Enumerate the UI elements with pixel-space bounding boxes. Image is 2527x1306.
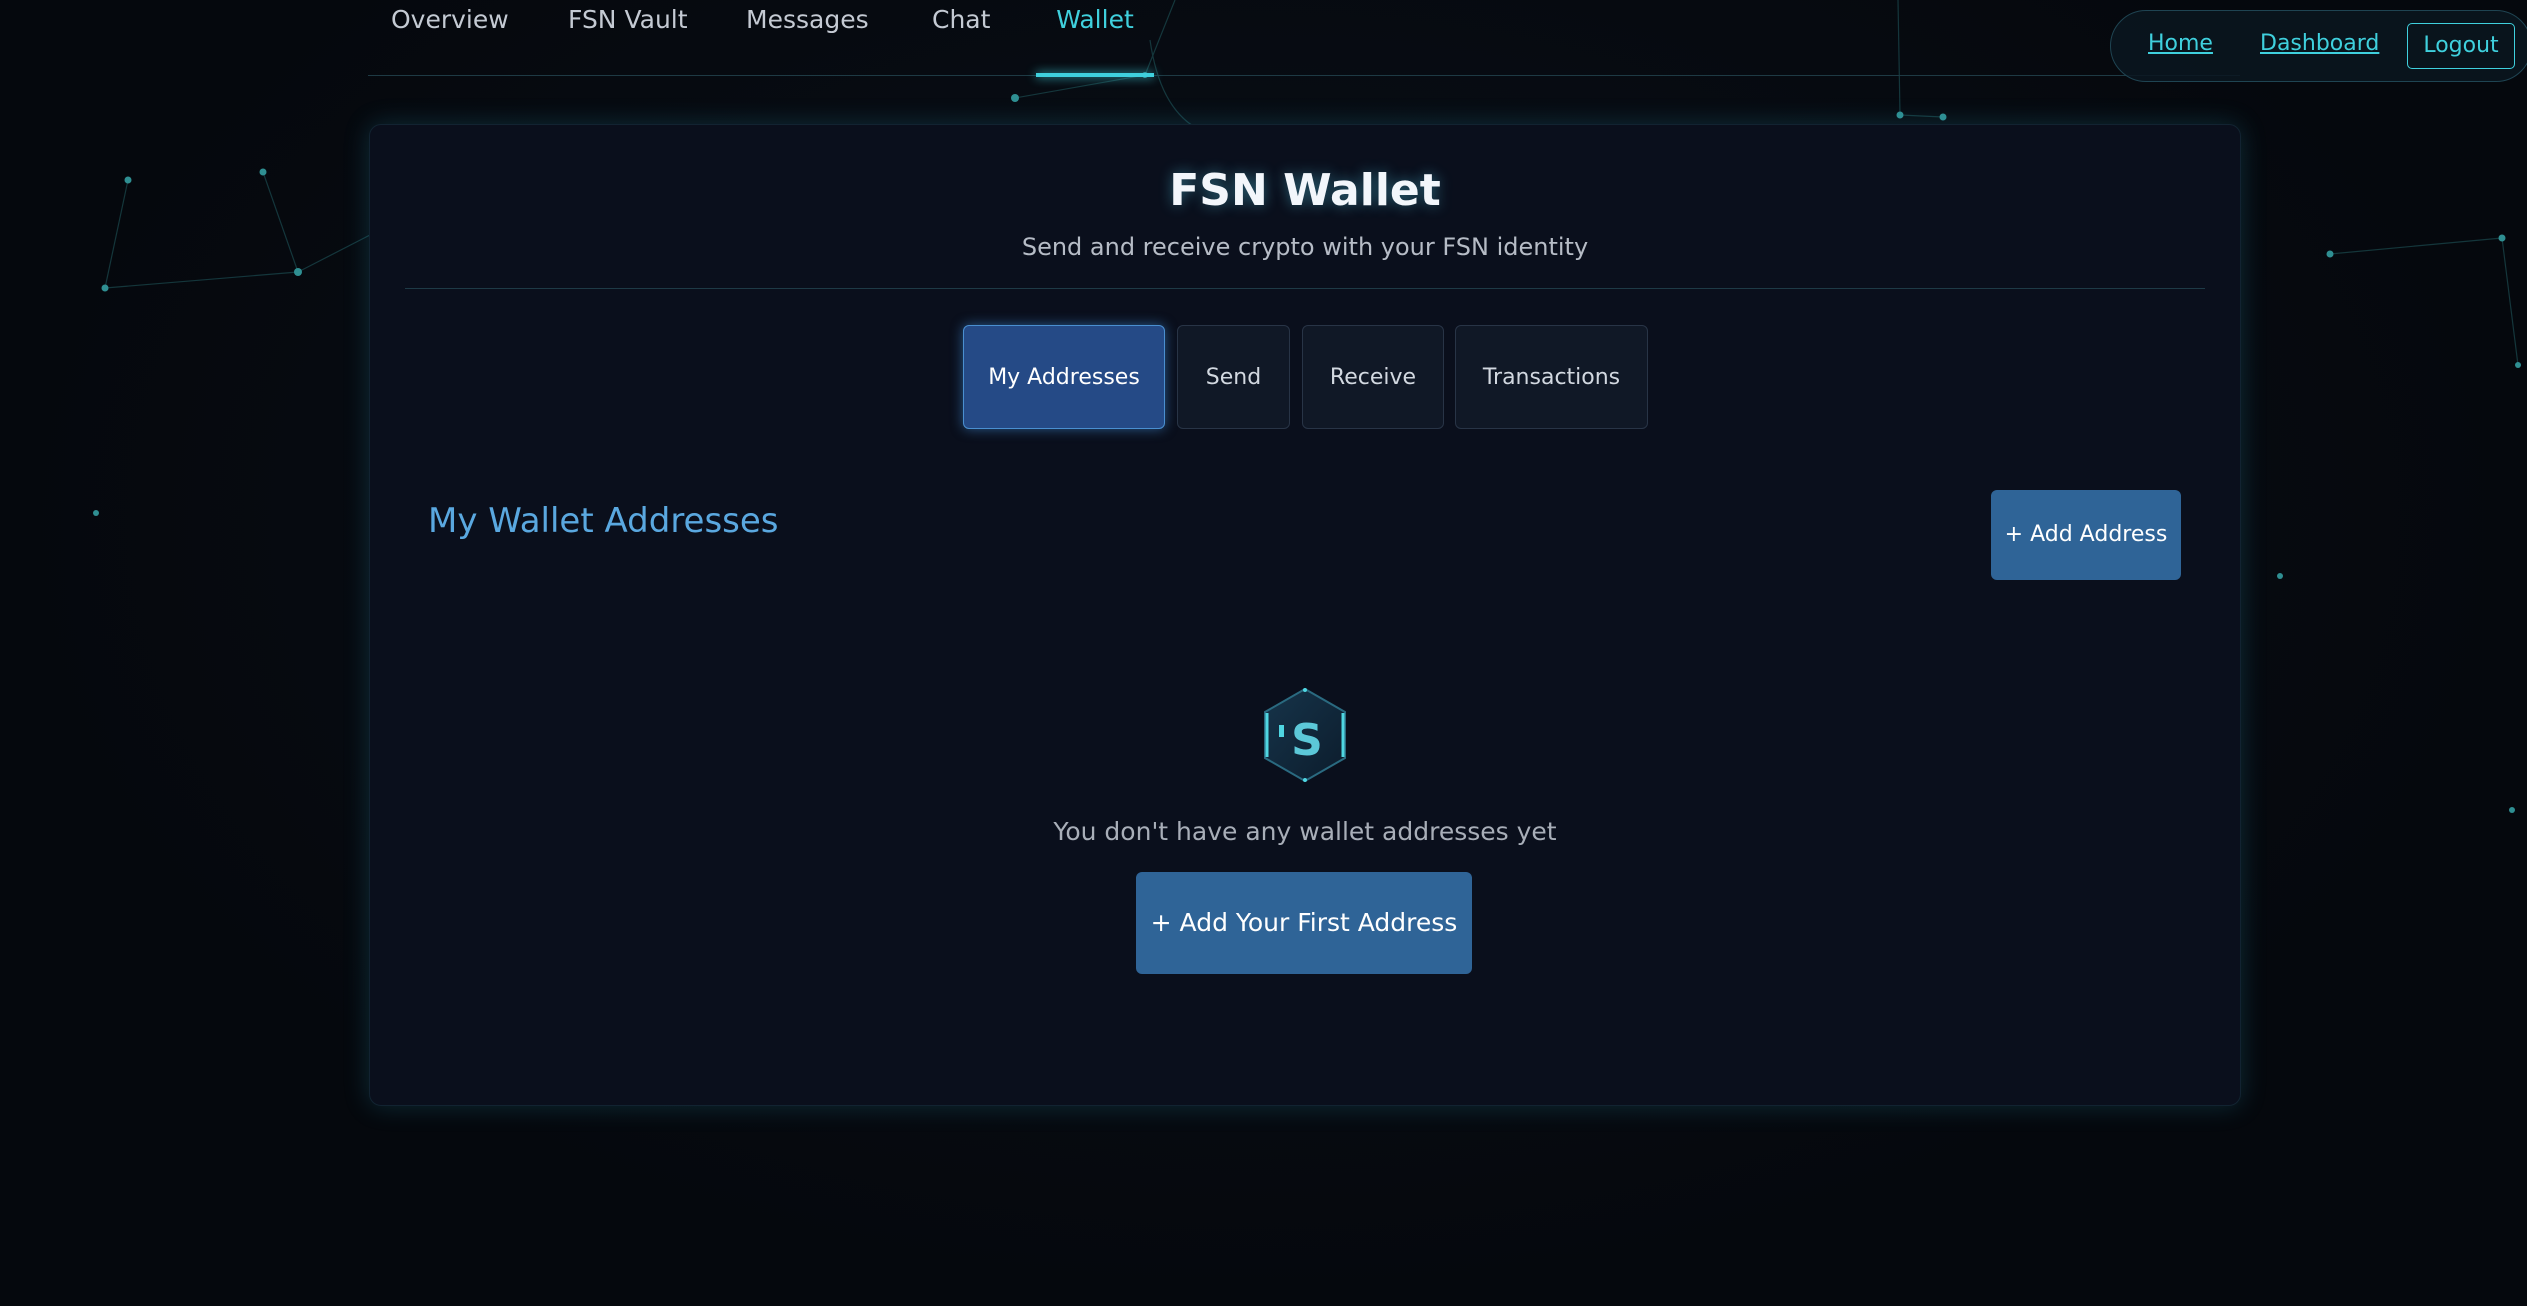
dashboard-link[interactable]: Dashboard [2260, 31, 2379, 56]
section-heading: My Wallet Addresses [428, 501, 779, 541]
wallet-hexagon-icon: S [1264, 687, 1346, 783]
wallet-icon-letter: S [1291, 715, 1323, 766]
tab-transactions[interactable]: Transactions [1455, 325, 1648, 429]
empty-state-message: You don't have any wallet addresses yet [1053, 817, 1557, 846]
nav-item-fsn-vault[interactable]: FSN Vault [568, 0, 688, 75]
divider [405, 288, 2205, 289]
nav-item-overview[interactable]: Overview [391, 0, 509, 75]
logout-button[interactable]: Logout [2407, 23, 2515, 69]
page-subtitle: Send and receive crypto with your FSN id… [1021, 233, 1589, 261]
nav-item-wallet-label: Wallet [1056, 5, 1134, 34]
top-navigation: Overview FSN Vault Messages Chat Wallet [368, 0, 2240, 77]
wallet-panel: FSN Wallet Send and receive crypto with … [369, 124, 2241, 1106]
nav-item-messages[interactable]: Messages [746, 0, 869, 75]
page-title: FSN Wallet [1169, 165, 1441, 216]
tab-receive[interactable]: Receive [1302, 325, 1444, 429]
tab-my-addresses[interactable]: My Addresses [963, 325, 1165, 429]
nav-item-chat[interactable]: Chat [932, 0, 990, 75]
page-background: Overview FSN Vault Messages Chat Wallet … [0, 0, 2527, 1306]
tab-send[interactable]: Send [1177, 325, 1290, 429]
nav-item-wallet[interactable]: Wallet [1036, 0, 1154, 77]
home-link[interactable]: Home [2148, 31, 2213, 56]
add-first-address-button[interactable]: + Add Your First Address [1136, 872, 1472, 974]
add-address-button[interactable]: + Add Address [1991, 490, 2181, 580]
active-tab-indicator [1036, 73, 1154, 77]
